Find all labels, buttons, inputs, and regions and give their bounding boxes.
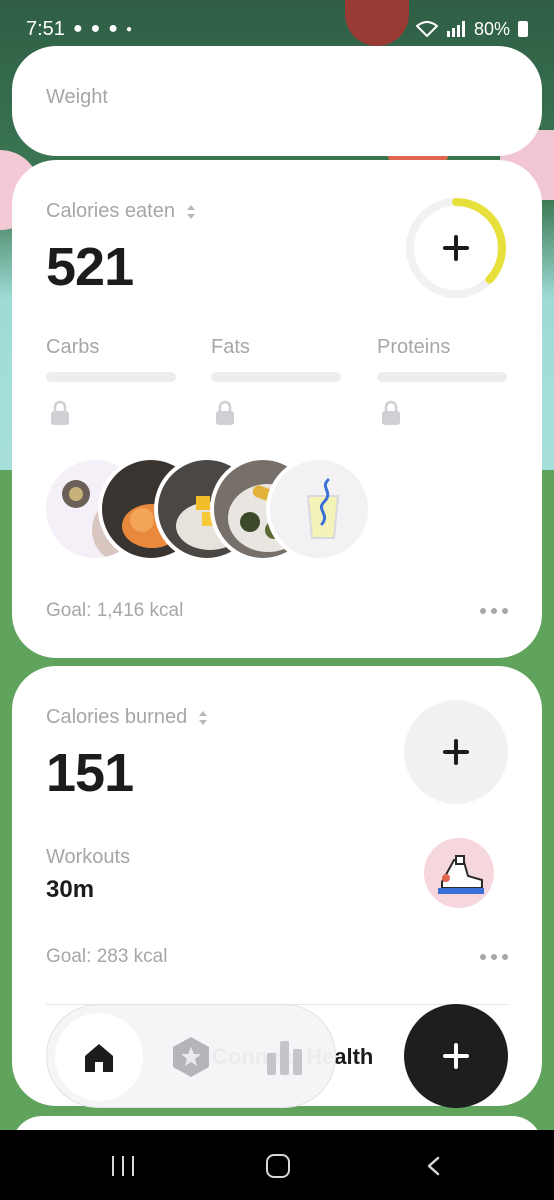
badge-icon xyxy=(173,1037,209,1077)
calories-burned-goal: Goal: 283 kcal xyxy=(46,946,168,967)
macro-fats: Fats xyxy=(211,336,343,425)
macro-progress-bar xyxy=(46,372,176,382)
macro-label: Proteins xyxy=(377,336,451,358)
calories-eaten-label: Calories eaten xyxy=(46,200,175,222)
add-entry-fab[interactable] xyxy=(404,1004,508,1108)
weight-card[interactable]: Weight xyxy=(12,46,542,156)
meal-thumbnails[interactable] xyxy=(42,456,406,562)
lock-icon xyxy=(382,400,400,425)
signal-icon xyxy=(446,21,465,37)
workouts-value: 30m xyxy=(46,876,95,903)
recents-button[interactable] xyxy=(112,1156,134,1176)
macro-carbs: Carbs xyxy=(46,336,178,425)
more-options-icon[interactable] xyxy=(480,608,508,614)
calories-eaten-goal: Goal: 1,416 kcal xyxy=(46,600,184,621)
bottom-tab-bar xyxy=(46,1004,336,1108)
calories-burned-label: Calories burned xyxy=(46,706,188,728)
tab-badge[interactable] xyxy=(169,1035,213,1079)
home-button[interactable] xyxy=(266,1154,290,1178)
status-time: 7:51 xyxy=(26,17,65,40)
calories-burned-value: 151 xyxy=(46,743,134,803)
add-food-button[interactable] xyxy=(404,196,508,300)
weight-label: Weight xyxy=(46,86,108,108)
calories-burned-header[interactable]: Calories burned xyxy=(46,706,209,729)
system-nav-bar xyxy=(0,1130,554,1200)
sneaker-icon[interactable] xyxy=(424,838,494,908)
workouts-label: Workouts xyxy=(46,846,131,868)
drink-icon[interactable] xyxy=(266,456,372,562)
lock-icon xyxy=(51,400,69,425)
tab-stats[interactable] xyxy=(265,1039,305,1075)
macro-label: Fats xyxy=(211,336,250,358)
leaf-icon: ● xyxy=(108,20,118,37)
calories-eaten-header[interactable]: Calories eaten xyxy=(46,200,197,223)
tab-home[interactable] xyxy=(55,1013,143,1101)
calories-eaten-card: Calories eaten 521 Carbs Fats Proteins G… xyxy=(12,160,542,658)
battery-icon xyxy=(518,21,528,37)
chat-icon: ● xyxy=(90,20,101,37)
more-options-icon[interactable] xyxy=(480,954,508,960)
wifi-icon xyxy=(415,21,438,37)
plus-icon xyxy=(443,739,469,765)
home-icon xyxy=(85,1044,113,1072)
plus-icon xyxy=(443,235,469,261)
plus-icon xyxy=(443,1043,469,1069)
lock-icon xyxy=(216,400,234,425)
macro-label: Carbs xyxy=(46,336,100,358)
snapchat-icon: ● xyxy=(72,20,83,37)
battery-level: 80% xyxy=(473,18,510,39)
macro-progress-bar xyxy=(211,372,341,382)
more-notifications-icon: ● xyxy=(125,23,132,35)
sort-icon xyxy=(199,710,208,725)
macro-proteins: Proteins xyxy=(377,336,509,425)
add-exercise-button[interactable] xyxy=(404,700,508,804)
sort-icon xyxy=(186,204,195,219)
calories-eaten-value: 521 xyxy=(46,237,134,297)
bar-chart-icon xyxy=(267,1041,302,1075)
macro-progress-bar xyxy=(377,372,507,382)
back-button[interactable] xyxy=(424,1156,442,1176)
